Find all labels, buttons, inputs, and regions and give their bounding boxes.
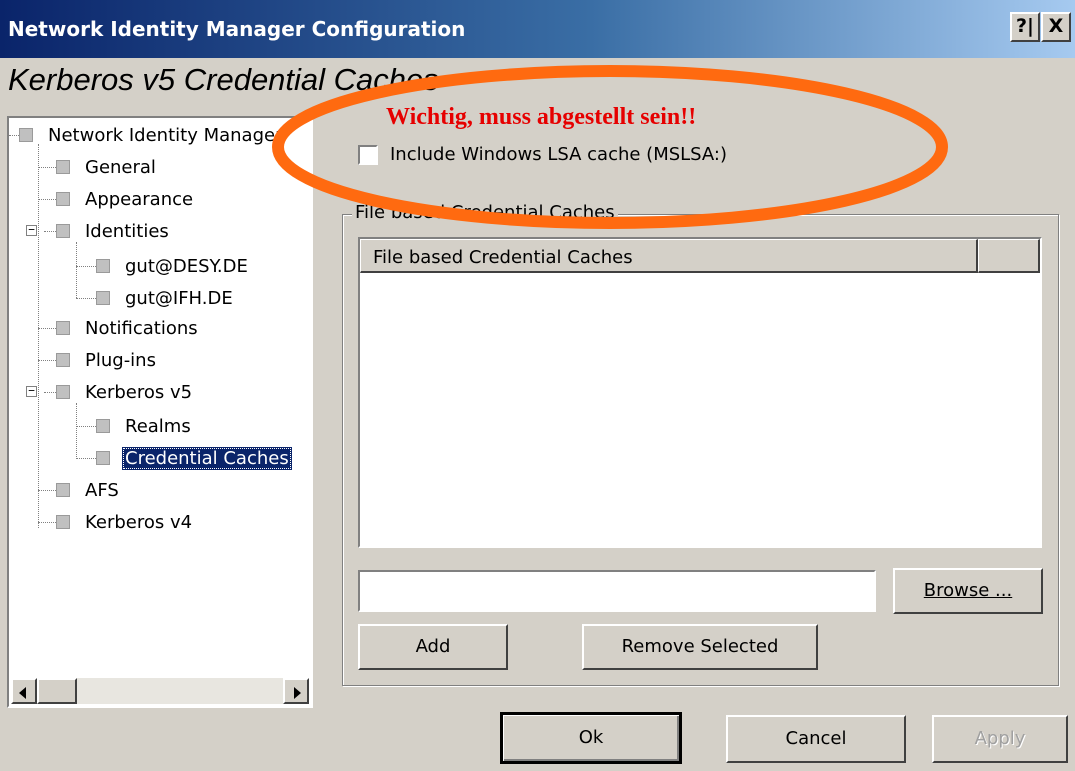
tree-item-label: Plug-ins [85,349,156,371]
tree-connector [76,403,77,459]
tree-item-gut-desy[interactable]: gut@DESY.DE [96,252,251,280]
arrow-right-icon [294,687,301,699]
tree-connector [38,328,56,329]
cancel-button-label: Cancel [785,728,847,749]
close-button[interactable]: X [1041,12,1071,42]
tree-connector [76,458,96,459]
tree-item-label: General [85,156,156,178]
tree-connector [76,266,96,267]
apply-button[interactable]: Apply [932,715,1068,763]
node-icon [56,385,70,399]
remove-selected-button[interactable]: Remove Selected [582,624,818,670]
file-caches-list[interactable]: File based Credential Caches [358,237,1042,548]
node-icon [56,224,70,238]
tree-item-label: Credential Caches [122,446,292,470]
tree-connector [38,522,56,523]
apply-button-label: Apply [974,728,1026,749]
column-header-label: File based Credential Caches [373,247,633,268]
node-icon [96,259,110,273]
tree-item-label: gut@DESY.DE [125,255,248,277]
tree-item-general[interactable]: General [56,153,159,181]
tree-connector [38,199,56,200]
column-header-filler [978,239,1040,273]
tree-connector [38,144,39,528]
tree-item-realms[interactable]: Realms [96,412,194,440]
tree-connector [38,167,56,168]
tree-connector [44,231,56,232]
browse-button-label: Browse ... [923,580,1013,601]
remove-selected-button-label: Remove Selected [621,636,779,657]
tree-connector [38,360,56,361]
config-tree[interactable]: − − Network Identity Manager General App… [7,116,313,708]
tree-item-label: gut@IFH.DE [125,287,233,309]
cache-path-input[interactable] [358,570,876,612]
tree-connector [44,392,56,393]
tree-item-kerberos-v4[interactable]: Kerberos v4 [56,508,195,536]
node-icon [19,128,33,142]
window-title: Network Identity Manager Configuration [8,17,466,41]
tree-item-notifications[interactable]: Notifications [56,314,201,342]
tree-item-label: Network Identity Manager [48,124,283,146]
tree-item-afs[interactable]: AFS [56,476,122,504]
arrow-left-icon [19,687,26,699]
tree-connector [38,490,56,491]
node-icon [56,515,70,529]
tree-item-plug-ins[interactable]: Plug-ins [56,346,159,374]
tree-connector [76,242,77,298]
tree-item-label: AFS [85,479,119,501]
tree-item-identities[interactable]: Identities [56,217,172,245]
scroll-left-button[interactable] [11,678,37,704]
collapse-toggle-identities[interactable]: − [26,224,37,236]
highlight-ring [272,65,948,229]
node-icon [96,419,110,433]
add-button-label: Add [415,636,451,657]
add-button[interactable]: Add [358,624,508,670]
tree-horizontal-scrollbar[interactable] [11,678,309,704]
node-icon [56,483,70,497]
cancel-button[interactable]: Cancel [726,715,906,763]
tree-item-label: Appearance [85,188,194,210]
config-dialog: Network Identity Manager Configuration ?… [0,0,1075,771]
node-icon [56,160,70,174]
tree-connector [76,298,96,299]
node-icon [56,321,70,335]
ok-button[interactable]: Ok [500,712,682,764]
annotation-text: Wichtig, muss abgestellt sein!! [386,104,697,130]
tree-item-credential-caches[interactable]: Credential Caches [96,444,292,472]
tree-connector [9,135,19,136]
tree-item-label: Identities [85,220,169,242]
node-icon [96,291,110,305]
tree-item-kerberos-v5[interactable]: Kerberos v5 [56,378,195,406]
node-icon [56,192,70,206]
tree-item-label: Kerberos v4 [85,511,193,533]
title-bar[interactable]: Network Identity Manager Configuration ?… [0,0,1075,58]
tree-connector [76,426,96,427]
tree-item-appearance[interactable]: Appearance [56,185,196,213]
annotation-ellipse [272,65,948,229]
node-icon [96,451,110,465]
browse-button[interactable]: Browse ... [893,568,1043,614]
scroll-right-button[interactable] [283,678,309,704]
tree-item-label: Realms [125,415,191,437]
ok-button-label: Ok [578,727,604,748]
help-button[interactable]: ?| [1010,12,1040,42]
collapse-toggle-kerberos-v5[interactable]: − [26,385,37,397]
tree-item-label: Notifications [85,317,198,339]
tree-item-gut-ifh[interactable]: gut@IFH.DE [96,284,236,312]
tree-item-network-identity-manager[interactable]: Network Identity Manager [19,121,285,149]
column-header-file-caches[interactable]: File based Credential Caches [360,239,978,273]
tree-item-label: Kerberos v5 [85,381,193,403]
node-icon [56,353,70,367]
scroll-thumb[interactable] [37,678,77,704]
